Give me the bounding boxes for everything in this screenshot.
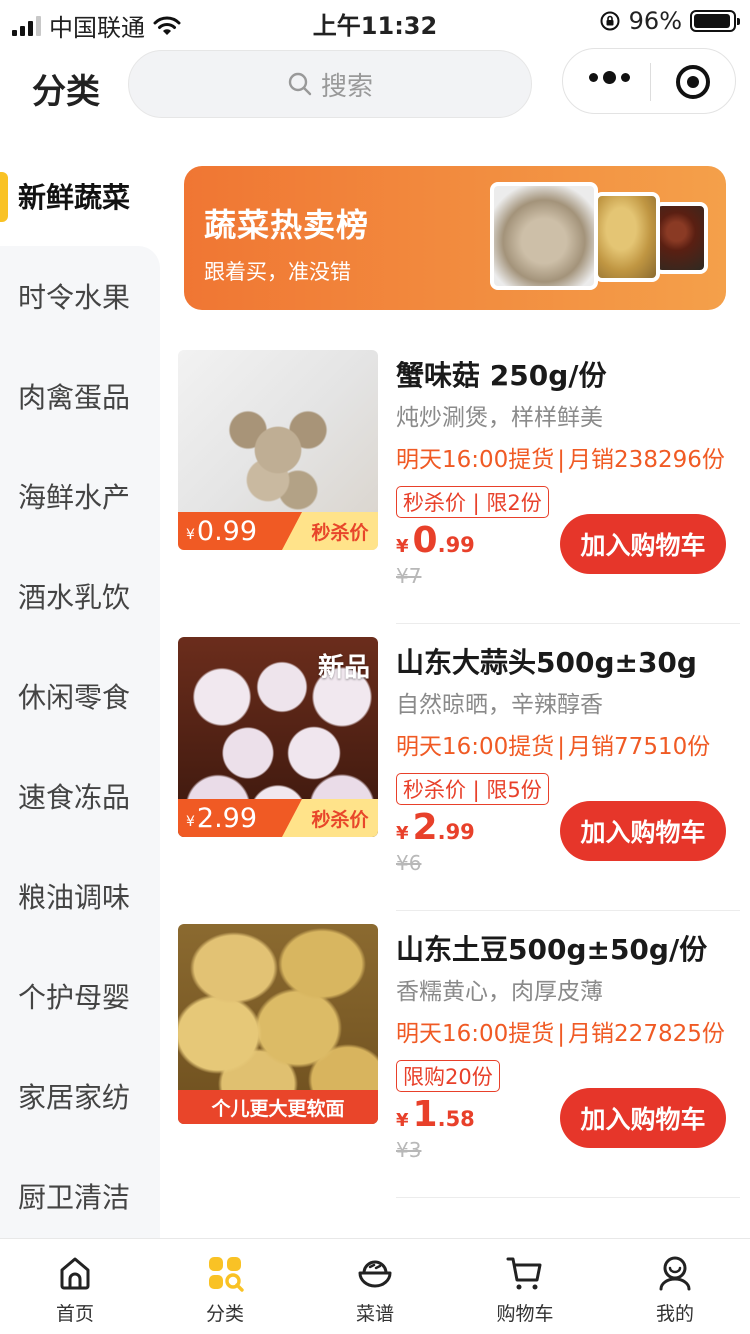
banner-subtitle: 跟着买，准没错 (204, 260, 351, 284)
garlic-image[interactable]: 新品 ¥2.99 秒杀价 (178, 637, 378, 837)
image-price-tag: ¥2.99 秒杀价 (178, 799, 378, 837)
battery-percent: 96% (628, 7, 682, 35)
product-desc: 香糯黄心，肉厚皮薄 (396, 979, 603, 1005)
image-price-tag: ¥0.99 秒杀价 (178, 512, 378, 550)
product-card[interactable]: ¥0.99 秒杀价 蟹味菇 250g/份 炖炒涮煲，样样鲜美 明天16:00提货… (178, 336, 740, 624)
orientation-lock-icon (600, 11, 620, 31)
product-price: ¥1.58 (396, 1094, 475, 1135)
tab-home[interactable]: 首页 (0, 1239, 150, 1334)
flash-sale-tag: 秒杀价 | 限2份 (396, 486, 549, 518)
home-icon (60, 1257, 90, 1290)
add-to-cart-button[interactable]: 加入购物车 (560, 801, 726, 861)
tab-category[interactable]: 分类 (150, 1239, 300, 1334)
product-name[interactable]: 蟹味菇 250g/份 (396, 354, 606, 394)
mushroom-image[interactable]: ¥0.99 秒杀价 (178, 350, 378, 550)
tab-label: 我的 (655, 1303, 694, 1325)
search-placeholder: 搜索 (320, 71, 373, 102)
cart-icon (506, 1257, 542, 1290)
product-card[interactable]: 新品 ¥2.99 秒杀价 山东大蒜头500g±30g 自然晾晒，辛辣醇香 明天1… (178, 623, 740, 911)
page-title: 分类 (32, 72, 100, 112)
original-price: ¥6 (396, 851, 422, 875)
sidebar-item[interactable]: 速食冻品 (0, 746, 160, 846)
tab-cart[interactable]: 购物车 (450, 1239, 600, 1334)
sidebar-item[interactable]: 个护母婴 (0, 946, 160, 1046)
profile-icon (659, 1256, 691, 1291)
search-input[interactable]: 搜索 (128, 50, 532, 118)
mini-program-capsule (562, 48, 736, 114)
sidebar-item[interactable]: 时令水果 (0, 246, 160, 346)
status-bar: 中国联通 上午11:32 96% (0, 0, 750, 42)
tab-label: 分类 (205, 1303, 244, 1325)
category-icon (209, 1257, 244, 1292)
product-card[interactable]: 个儿更大更软面 山东土豆500g±50g/份 香糯黄心，肉厚皮薄 明天16:00… (178, 910, 740, 1198)
banner-title: 蔬菜热卖榜 (204, 206, 370, 244)
image-price: 2.99 (196, 802, 258, 834)
close-miniprogram-icon[interactable] (676, 65, 710, 99)
tab-recipe[interactable]: 菜谱 (300, 1239, 450, 1334)
sidebar-item[interactable]: 厨卫清洁 (0, 1146, 160, 1246)
search-icon (288, 72, 312, 96)
original-price: ¥7 (396, 564, 422, 588)
header: 分类 搜索 (0, 48, 750, 120)
image-flash-label: 秒杀价 (302, 512, 378, 550)
banner-potato-image (594, 192, 660, 282)
recipe-icon (358, 1260, 392, 1288)
tab-bar: 首页 分类 菜谱 购物车 我的 (0, 1238, 750, 1334)
image-flash-label: 秒杀价 (302, 799, 378, 837)
product-price: ¥2.99 (396, 807, 475, 848)
tab-label: 首页 (55, 1303, 94, 1325)
sidebar-item[interactable]: 新鲜蔬菜 (0, 146, 160, 246)
flash-sale-tag: 秒杀价 | 限5份 (396, 773, 549, 805)
sidebar-item[interactable]: 粮油调味 (0, 846, 160, 946)
hot-sale-banner[interactable]: 蔬菜热卖榜 跟着买，准没错 (184, 166, 726, 310)
banner-chestnut-image (654, 202, 708, 274)
sidebar-item[interactable]: 休闲零食 (0, 646, 160, 746)
battery-icon (690, 10, 740, 32)
image-price: 0.99 (196, 515, 258, 547)
add-to-cart-button[interactable]: 加入购物车 (560, 514, 726, 574)
category-sidebar: 新鲜蔬菜 时令水果 肉禽蛋品 海鲜水产 酒水乳饮 休闲零食 速食冻品 粮油调味 个护母婴 家居家纺… (0, 146, 160, 1238)
limit-tag: 限购20份 (396, 1060, 500, 1092)
status-right: 96% (599, 7, 740, 35)
product-name[interactable]: 山东大蒜头500g±30g (396, 641, 697, 681)
sidebar-item[interactable]: 肉禽蛋品 (0, 346, 160, 446)
product-desc: 自然晾晒，辛辣醇香 (396, 692, 603, 718)
divider (396, 1197, 740, 1198)
product-desc: 炖炒涮煲，样样鲜美 (396, 405, 603, 431)
tab-label: 购物车 (496, 1303, 554, 1325)
original-price: ¥3 (396, 1138, 422, 1162)
capsule-divider (650, 63, 651, 101)
tab-label: 菜谱 (355, 1303, 394, 1325)
more-icon[interactable] (589, 71, 630, 84)
product-price: ¥0.99 (396, 520, 475, 561)
sidebar-item[interactable]: 酒水乳饮 (0, 546, 160, 646)
new-badge: 新品 (317, 653, 370, 683)
product-pickup-sales: 明天16:00提货 | 月销227825份 (396, 1021, 725, 1047)
product-pickup-sales: 明天16:00提货 | 月销238296份 (396, 447, 725, 473)
product-pickup-sales: 明天16:00提货 | 月销77510份 (396, 734, 711, 760)
sidebar-item[interactable]: 家居家纺 (0, 1046, 160, 1146)
product-name[interactable]: 山东土豆500g±50g/份 (396, 928, 707, 968)
sidebar-item[interactable]: 海鲜水产 (0, 446, 160, 546)
tab-profile[interactable]: 我的 (600, 1239, 750, 1334)
banner-mushroom-image (490, 182, 598, 290)
add-to-cart-button[interactable]: 加入购物车 (560, 1088, 726, 1148)
potato-image[interactable]: 个儿更大更软面 (178, 924, 378, 1124)
image-promo-band: 个儿更大更软面 (178, 1090, 378, 1124)
